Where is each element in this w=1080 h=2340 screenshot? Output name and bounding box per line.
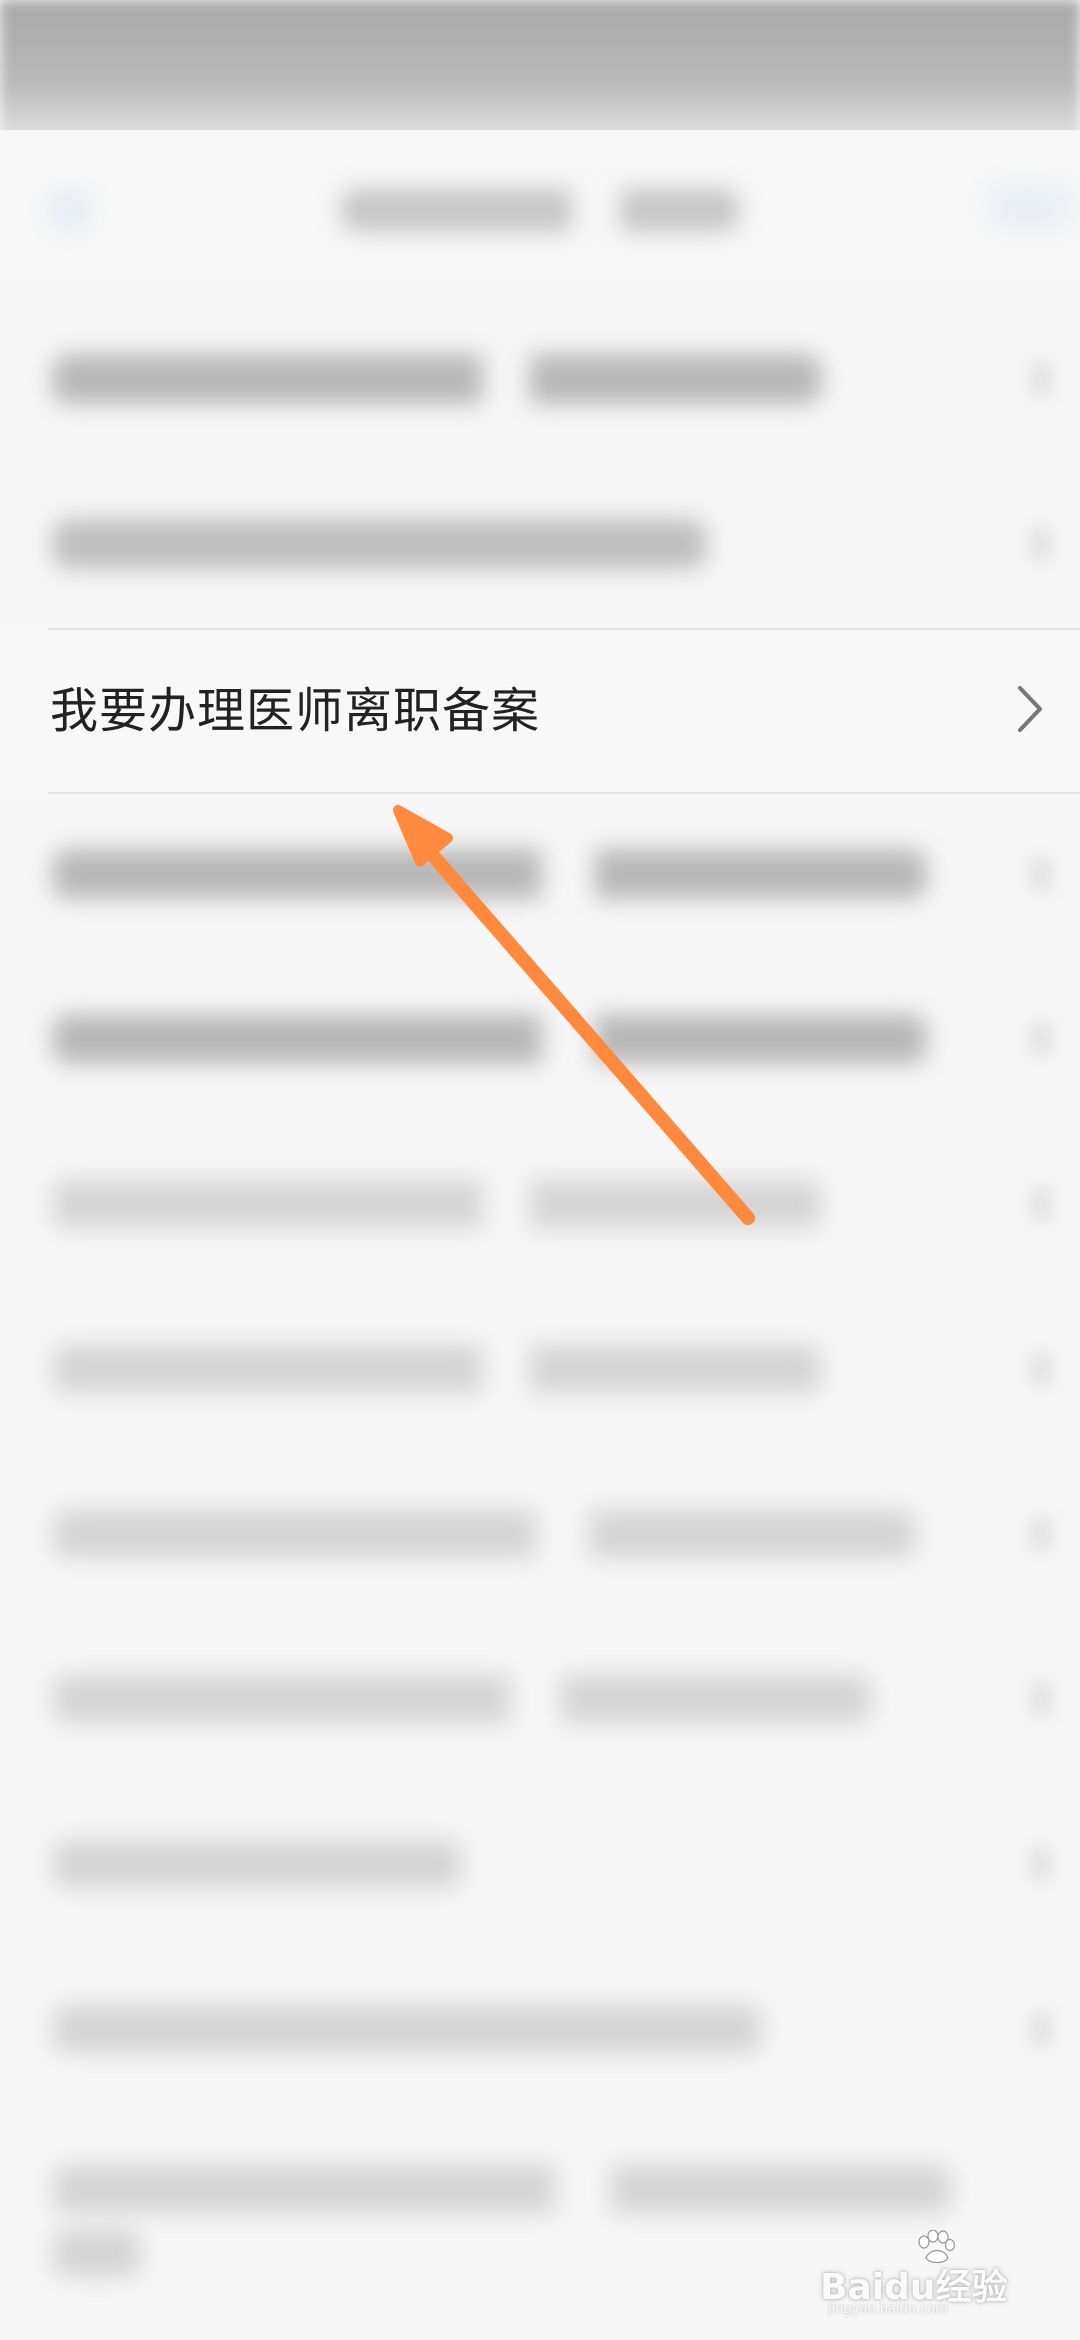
- navigation-bar: [0, 130, 1080, 280]
- chevron-right-icon: [1030, 1022, 1052, 1056]
- chevron-right-icon: [1008, 680, 1048, 738]
- chevron-right-icon: [1030, 2012, 1052, 2046]
- list-item-label: [52, 519, 707, 569]
- list-item-label: [52, 1509, 917, 1559]
- list-item[interactable]: [0, 465, 1080, 630]
- list-item[interactable]: [0, 960, 1080, 1125]
- list-item[interactable]: [0, 1950, 1080, 2115]
- chevron-right-icon: [1030, 527, 1052, 561]
- baidu-jingyan-watermark: Baidu经验 jingyan.baidu.com: [820, 2230, 1050, 2320]
- chevron-right-icon: [1030, 1847, 1052, 1881]
- chevron-right-icon: [1030, 1517, 1052, 1551]
- list-item-label: [52, 849, 927, 899]
- list-item-label: 我要办理医师离职备案: [50, 683, 541, 739]
- list-item-label: [52, 2004, 762, 2054]
- watermark-url: jingyan.baidu.com: [828, 2302, 948, 2317]
- list-item-label: [52, 1014, 927, 1064]
- list-item-label: [52, 1839, 462, 1889]
- chevron-right-icon: [1030, 1352, 1052, 1386]
- list-item[interactable]: [0, 300, 1080, 465]
- divider: [48, 628, 1080, 630]
- chevron-right-icon: [1030, 362, 1052, 396]
- list-item-label: [52, 2164, 952, 2214]
- chevron-right-icon: [1030, 1682, 1052, 1716]
- list-item[interactable]: [0, 1785, 1080, 1950]
- list-item-label: [52, 2228, 142, 2278]
- list-item-label: [52, 1674, 872, 1724]
- back-icon[interactable]: [50, 190, 90, 230]
- page-title: [340, 188, 740, 232]
- divider: [48, 792, 1080, 794]
- list-item[interactable]: [0, 1620, 1080, 1785]
- chevron-right-icon: [1030, 857, 1052, 891]
- list-item-label: [52, 1344, 822, 1394]
- list-item[interactable]: [0, 795, 1080, 960]
- list-item[interactable]: [0, 1125, 1080, 1290]
- status-bar: [0, 0, 1080, 150]
- chevron-right-icon: [1030, 1187, 1052, 1221]
- list-item[interactable]: [0, 1290, 1080, 1455]
- list-item-physician-resignation-filing[interactable]: 我要办理医师离职备案: [0, 628, 1080, 794]
- list-item[interactable]: [0, 1455, 1080, 1620]
- nav-action[interactable]: [990, 186, 1070, 226]
- list-item-label: [52, 354, 822, 404]
- list-item-label: [52, 1179, 822, 1229]
